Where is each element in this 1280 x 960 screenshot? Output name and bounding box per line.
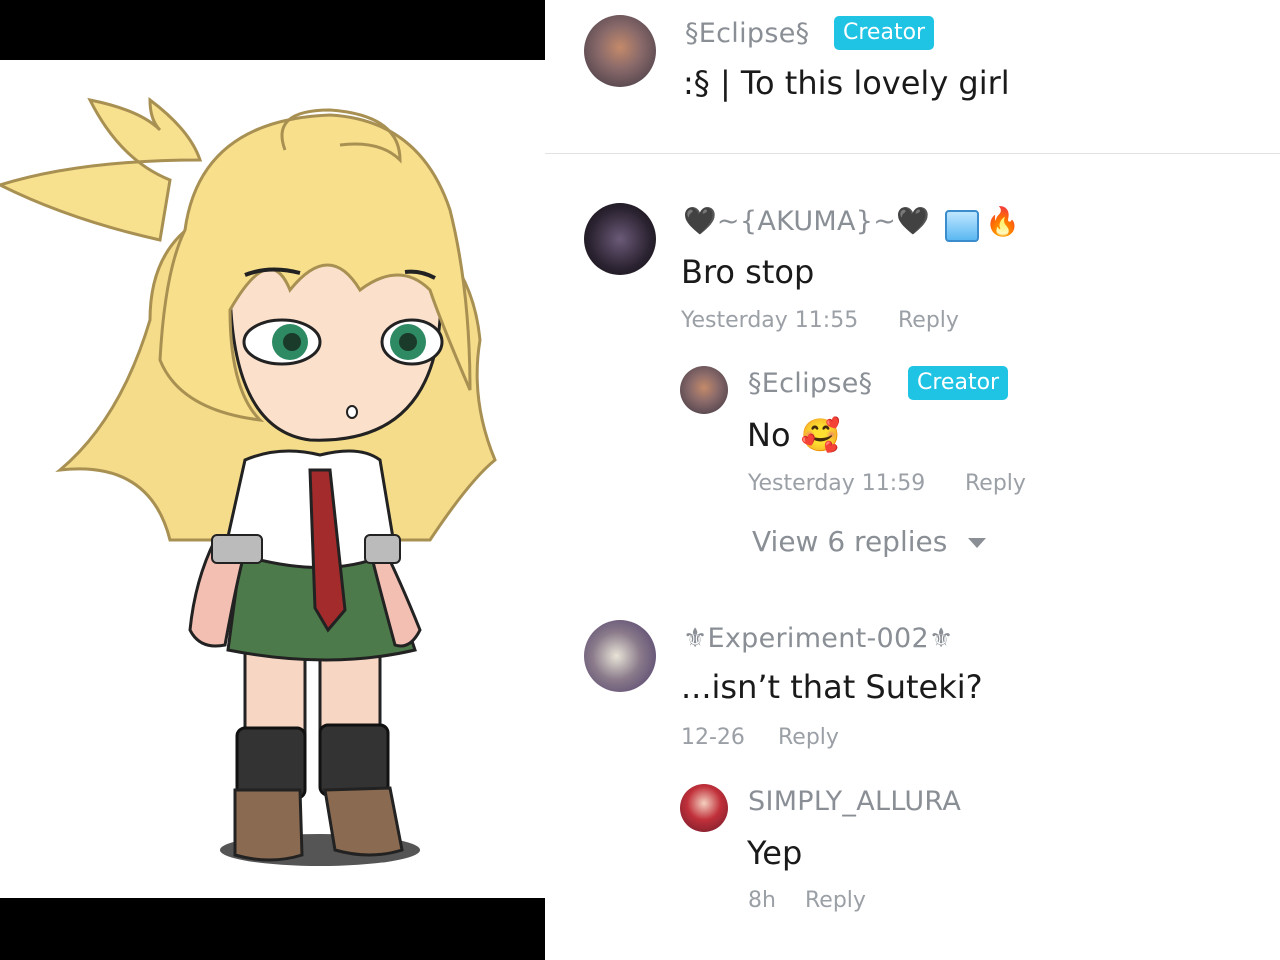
reply-button[interactable]: Reply	[898, 308, 959, 333]
reply-timestamp: Yesterday 11:59	[748, 471, 926, 496]
reply-text: Yep	[747, 834, 803, 872]
reply-avatar[interactable]	[680, 366, 728, 414]
comment-author-name[interactable]: ⚜Experiment-002⚜	[683, 623, 954, 654]
comment-text: Bro stop	[681, 253, 815, 291]
letterbox-bottom	[0, 898, 545, 960]
divider	[545, 153, 1280, 154]
character-illustration	[0, 96, 497, 866]
comment-timestamp: Yesterday 11:55	[681, 308, 859, 333]
comment-author-name[interactable]: 🖤~{AKUMA}~🖤	[683, 205, 930, 237]
letterbox-top	[0, 0, 545, 60]
comment-timestamp: 12-26	[681, 725, 745, 750]
ice-cube-icon	[945, 210, 979, 242]
creator-badge: Creator	[908, 366, 1009, 400]
view-replies-label: View 6 replies	[752, 525, 948, 558]
post-image-panel	[0, 0, 545, 960]
fire-icon: 🔥	[985, 205, 1020, 238]
comments-panel: §Eclipse§ Creator :§ | To this lovely gi…	[545, 0, 1280, 960]
reply-author-name[interactable]: §Eclipse§	[748, 368, 872, 399]
reply-author-name[interactable]: SIMPLY_ALLURA	[748, 786, 961, 817]
reply-text: No 🥰	[747, 416, 841, 454]
reply-avatar[interactable]	[680, 784, 728, 832]
view-replies-button[interactable]: View 6 replies	[752, 525, 987, 558]
chevron-down-icon	[968, 538, 987, 548]
reply-button[interactable]: Reply	[778, 725, 839, 750]
reply-button[interactable]: Reply	[965, 471, 1026, 496]
post-author-name[interactable]: §Eclipse§	[685, 18, 809, 49]
post-author-avatar[interactable]	[584, 15, 656, 87]
comment-author-name-text: 🖤~{AKUMA}~🖤	[683, 206, 931, 237]
reply-button[interactable]: Reply	[805, 888, 866, 913]
creator-badge: Creator	[834, 16, 935, 50]
reply-timestamp: 8h	[748, 888, 776, 913]
post-caption: :§ | To this lovely girl	[683, 64, 1010, 102]
comment-text: ...isn’t that Suteki?	[681, 668, 983, 706]
comment-avatar[interactable]	[584, 620, 656, 692]
comment-avatar[interactable]	[584, 203, 656, 275]
